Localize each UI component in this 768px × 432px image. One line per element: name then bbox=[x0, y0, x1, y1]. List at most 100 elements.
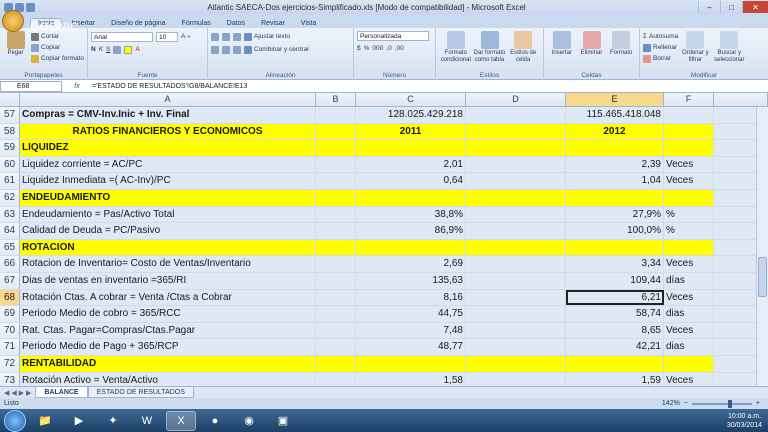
cell-b[interactable] bbox=[316, 339, 356, 355]
cell-c[interactable] bbox=[356, 355, 466, 372]
align-right-icon[interactable] bbox=[233, 45, 241, 54]
row-header[interactable]: 57 bbox=[0, 107, 20, 123]
xnview-icon[interactable]: ✦ bbox=[98, 411, 128, 431]
cell-c[interactable]: 48,77 bbox=[356, 339, 466, 355]
column-header-e[interactable]: E bbox=[566, 93, 664, 106]
cell-c[interactable] bbox=[356, 189, 466, 206]
cell-f[interactable]: dias bbox=[664, 339, 714, 355]
cell-d[interactable] bbox=[466, 339, 566, 355]
find-select-button[interactable]: Buscar y seleccionar bbox=[712, 31, 746, 70]
row-header[interactable]: 63 bbox=[0, 206, 20, 223]
percent-icon[interactable]: % bbox=[364, 43, 370, 54]
start-button[interactable] bbox=[4, 409, 26, 432]
zoom-level[interactable]: 142% bbox=[662, 400, 680, 407]
cell-b[interactable] bbox=[316, 256, 356, 272]
cell-c[interactable]: 2,01 bbox=[356, 156, 466, 173]
cell-d[interactable] bbox=[466, 189, 566, 206]
cell-e[interactable] bbox=[566, 239, 664, 256]
cell-c[interactable]: 8,16 bbox=[356, 289, 466, 306]
cell-c[interactable] bbox=[356, 140, 466, 156]
align-left-icon[interactable] bbox=[211, 45, 219, 54]
cell-b[interactable] bbox=[316, 140, 356, 156]
fill-color-icon[interactable] bbox=[124, 45, 133, 54]
row-header[interactable]: 61 bbox=[0, 173, 20, 189]
cell-c[interactable]: 7,48 bbox=[356, 322, 466, 339]
cell-c[interactable]: 2011 bbox=[356, 123, 466, 140]
cell-c[interactable]: 2,69 bbox=[356, 256, 466, 272]
cell-c[interactable]: 135,63 bbox=[356, 272, 466, 289]
font-size-select[interactable]: 10 bbox=[156, 31, 178, 42]
cell-styles-button[interactable]: Estilos de celda bbox=[506, 31, 540, 70]
row-header[interactable]: 59 bbox=[0, 140, 20, 156]
cell-a[interactable]: Rotación Ctas. A cobrar = Venta /Ctas a … bbox=[20, 289, 316, 306]
maximize-button[interactable]: □ bbox=[720, 1, 742, 13]
cell-a[interactable]: Liquidez corriente = AC/PC bbox=[20, 156, 316, 173]
cell-e[interactable]: 100,0% bbox=[566, 223, 664, 239]
sheet-tab-estado-resultados[interactable]: ESTADO DE RESULTADOS bbox=[87, 387, 194, 398]
cell-d[interactable] bbox=[466, 140, 566, 156]
redo-icon[interactable] bbox=[26, 2, 35, 12]
cell-d[interactable] bbox=[466, 256, 566, 272]
cell-e[interactable]: 2012 bbox=[566, 123, 664, 140]
cell-f[interactable]: % bbox=[664, 206, 714, 223]
cell-a[interactable]: Compras = CMV-Inv.Inic + Inv. Final bbox=[20, 107, 316, 123]
cell-a[interactable]: Dias de ventas en inventario =365/RI bbox=[20, 272, 316, 289]
row-header[interactable]: 60 bbox=[0, 156, 20, 173]
pdf-icon[interactable]: ▣ bbox=[268, 411, 298, 431]
autosum-button[interactable]: Σ Autosuma bbox=[643, 31, 678, 42]
cell-e[interactable]: 42,21 bbox=[566, 339, 664, 355]
row-header[interactable]: 71 bbox=[0, 339, 20, 355]
cell-e[interactable]: 3,34 bbox=[566, 256, 664, 272]
cell-e[interactable] bbox=[566, 140, 664, 156]
office-button[interactable] bbox=[2, 10, 24, 32]
cell-b[interactable] bbox=[316, 123, 356, 140]
insert-cells-button[interactable]: Insertar bbox=[547, 31, 577, 70]
cell-e[interactable]: 1,04 bbox=[566, 173, 664, 189]
cell-e[interactable]: 2,39 bbox=[566, 156, 664, 173]
cell-f[interactable]: dias bbox=[664, 306, 714, 322]
chrome-icon[interactable]: ● bbox=[200, 411, 230, 431]
cell-f[interactable]: Veces bbox=[664, 156, 714, 173]
align-center-icon[interactable] bbox=[222, 45, 230, 54]
cell-e[interactable]: 109,44 bbox=[566, 272, 664, 289]
cell-f[interactable] bbox=[664, 123, 714, 140]
sort-filter-button[interactable]: Ordenar y filtrar bbox=[680, 31, 710, 70]
delete-cells-button[interactable]: Eliminar bbox=[577, 31, 607, 70]
clear-button[interactable]: Borrar bbox=[643, 53, 678, 64]
sheet-tab-balance[interactable]: BALANCE bbox=[35, 387, 88, 398]
cell-a[interactable]: Periodo Medio de Pago + 365/RCP bbox=[20, 339, 316, 355]
minimize-button[interactable]: – bbox=[698, 1, 720, 13]
cell-d[interactable] bbox=[466, 306, 566, 322]
cell-d[interactable] bbox=[466, 107, 566, 123]
cell-a[interactable]: ROTACION bbox=[20, 239, 316, 256]
fill-button[interactable]: Rellenar bbox=[643, 42, 678, 53]
cell-f[interactable] bbox=[664, 355, 714, 372]
increase-decimal-icon[interactable]: ,0 bbox=[386, 43, 391, 54]
column-header-a[interactable]: A bbox=[20, 93, 316, 106]
name-box[interactable]: E68 bbox=[0, 80, 62, 92]
decrease-decimal-icon[interactable]: ,00 bbox=[395, 43, 404, 54]
cell-b[interactable] bbox=[316, 272, 356, 289]
formula-input[interactable]: ='ESTADO DE RESULTADOS'!G8/BALANCE!E13 bbox=[92, 83, 247, 90]
cell-a[interactable]: Rat. Ctas. Pagar=Compras/Ctas.Pagar bbox=[20, 322, 316, 339]
italic-icon[interactable]: K bbox=[99, 44, 103, 55]
cell-a[interactable]: RENTABILIDAD bbox=[20, 355, 316, 372]
cell-e[interactable]: 8,65 bbox=[566, 322, 664, 339]
align-middle-icon[interactable] bbox=[222, 32, 230, 41]
number-format-select[interactable]: Personalizada bbox=[357, 31, 429, 41]
column-header-c[interactable]: C bbox=[356, 93, 466, 106]
format-painter-button[interactable]: Copiar formato bbox=[31, 53, 84, 64]
font-name-select[interactable]: Arial bbox=[91, 31, 153, 42]
merge-center-button[interactable]: Combinar y centrar bbox=[244, 44, 309, 55]
align-bottom-icon[interactable] bbox=[233, 32, 241, 41]
cell-c[interactable]: 38,8% bbox=[356, 206, 466, 223]
cell-d[interactable] bbox=[466, 156, 566, 173]
copy-button[interactable]: Copiar bbox=[31, 42, 84, 53]
format-table-button[interactable]: Dar formato como tabla bbox=[473, 31, 507, 70]
row-header[interactable]: 64 bbox=[0, 223, 20, 239]
align-top-icon[interactable] bbox=[211, 32, 219, 41]
currency-icon[interactable]: $ bbox=[357, 43, 361, 54]
zoom-out-icon[interactable]: − bbox=[684, 400, 688, 407]
cell-b[interactable] bbox=[316, 107, 356, 123]
cell-f[interactable]: Veces bbox=[664, 256, 714, 272]
